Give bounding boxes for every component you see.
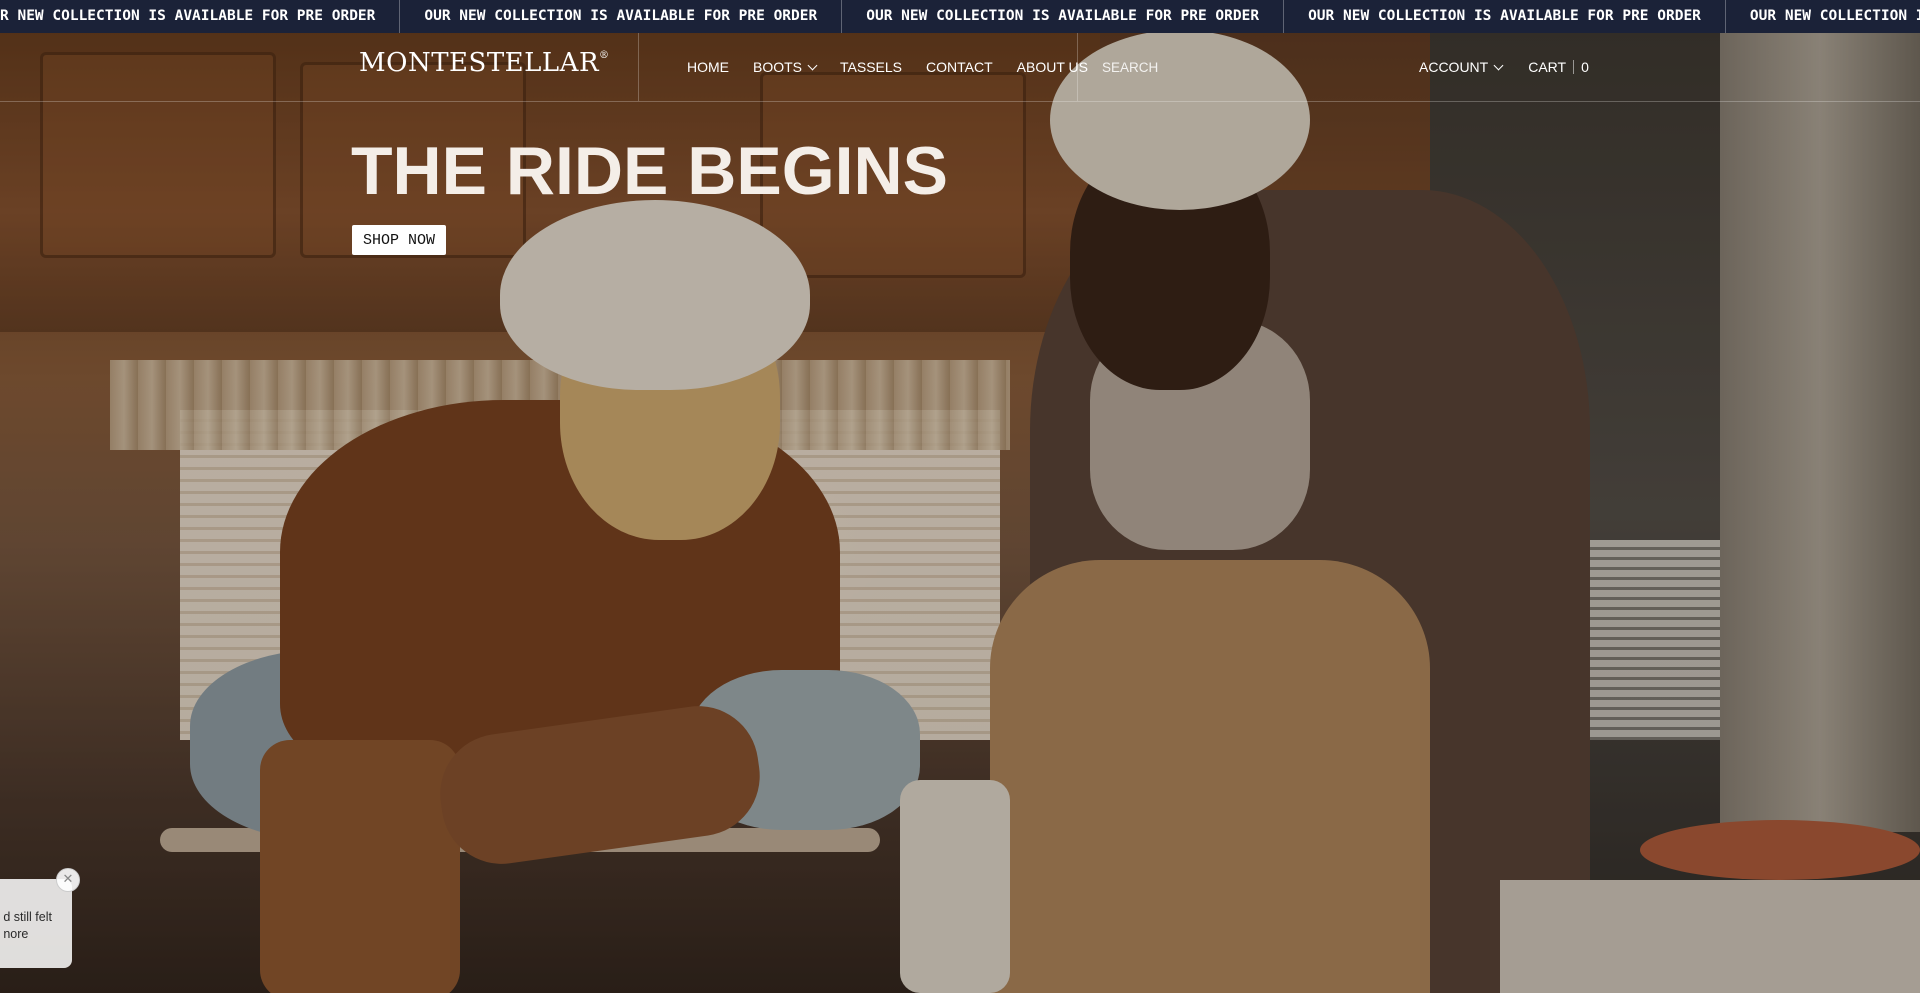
announcement-text: OUR NEW COLLECTION IS AVAILABLE FOR PRE …: [400, 0, 843, 33]
chevron-down-icon: [1493, 60, 1504, 70]
nav-contact-label: CONTACT: [926, 59, 993, 75]
registered-mark: ®: [599, 50, 610, 61]
nav-home[interactable]: HOME: [687, 59, 729, 75]
announcement-text: OUR NEW COLLECTION IS AVAILABLE FOR PRE …: [842, 0, 1285, 33]
main-nav: HOME BOOTS TASSELS CONTACT ABOUT US: [687, 33, 1112, 101]
cart-divider: [1573, 60, 1575, 74]
header-actions: ACCOUNT CART 0: [1419, 33, 1589, 101]
announcement-track: R NEW COLLECTION IS AVAILABLE FOR PRE OR…: [0, 0, 1920, 33]
logo[interactable]: MONTESTELLAR®: [359, 48, 610, 78]
popup-line: nore: [3, 927, 29, 941]
hero-title: THE RIDE BEGINS: [351, 133, 948, 209]
nav-contact[interactable]: CONTACT: [926, 59, 993, 75]
close-icon[interactable]: ✕: [56, 868, 80, 892]
cart-link[interactable]: CART 0: [1528, 59, 1589, 75]
chevron-down-icon: [807, 60, 818, 70]
announcement-text: OUR NEW COLLECTION IS AVAILABLE FOR PRE …: [1726, 0, 1920, 33]
announcement-text: OUR NEW COLLECTION IS AVAILABLE FOR PRE …: [1284, 0, 1726, 33]
announcement-bar: R NEW COLLECTION IS AVAILABLE FOR PRE OR…: [0, 0, 1920, 33]
header-divider: [1077, 33, 1078, 101]
nav-tassels-label: TASSELS: [840, 59, 903, 75]
cart-label: CART: [1528, 59, 1567, 75]
popup-line: d still felt: [3, 910, 52, 924]
logo-text: MONTESTELLAR: [359, 48, 600, 78]
announcement-text: R NEW COLLECTION IS AVAILABLE FOR PRE OR…: [0, 0, 401, 33]
header-divider: [638, 33, 639, 101]
search-input[interactable]: [1102, 55, 1302, 79]
cart-count: 0: [1581, 59, 1589, 75]
nav-tassels[interactable]: TASSELS: [840, 59, 902, 75]
hero-image: [0, 0, 1920, 993]
nav-boots-label: BOOTS: [753, 59, 803, 75]
account-label: ACCOUNT: [1419, 59, 1489, 75]
popup-text: d still felt nore: [3, 909, 52, 943]
account-menu[interactable]: ACCOUNT: [1419, 59, 1504, 75]
shop-now-button[interactable]: SHOP NOW: [352, 225, 446, 255]
nav-home-label: HOME: [687, 59, 729, 75]
nav-boots[interactable]: BOOTS: [753, 59, 818, 75]
site-header: MONTESTELLAR® HOME BOOTS TASSELS CONTACT…: [0, 33, 1920, 102]
review-popup[interactable]: d still felt nore: [0, 879, 72, 968]
